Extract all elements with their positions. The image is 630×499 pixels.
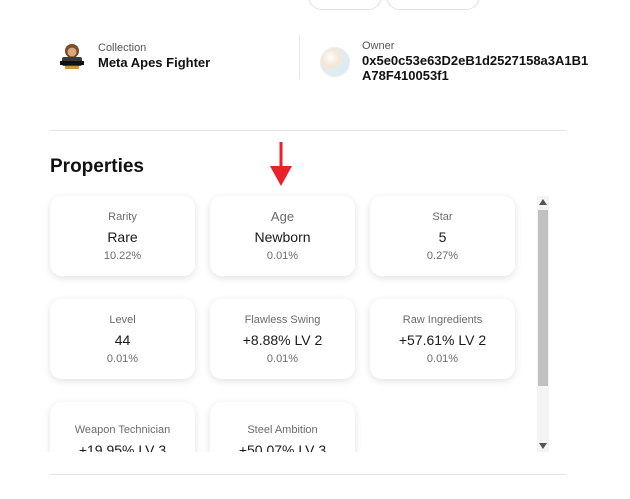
property-value: 44 [114, 331, 131, 348]
property-card-rarity[interactable]: Rarity Rare 10.22% [50, 196, 195, 276]
properties-title: Properties [50, 156, 144, 177]
property-card-flawless-swing[interactable]: Flawless Swing +8.88% LV 2 0.01% [210, 299, 355, 379]
collection-name[interactable]: Meta Apes Fighter [98, 55, 210, 70]
property-card-star[interactable]: Star 5 0.27% [370, 196, 515, 276]
scroll-down-arrow-icon[interactable] [537, 440, 549, 452]
section-divider-bottom [50, 474, 566, 475]
property-card-weapon-technician[interactable]: Weapon Technician +19.95% LV 3 [50, 402, 195, 452]
property-value: Newborn [254, 228, 311, 245]
property-rarity: 0.01% [266, 249, 299, 262]
top-action-button-2[interactable] [386, 0, 480, 10]
section-divider-top [50, 130, 566, 131]
collection-logo [56, 40, 88, 72]
property-card-level[interactable]: Level 44 0.01% [50, 299, 195, 379]
property-value: 5 [438, 228, 447, 245]
owner-avatar [320, 46, 350, 77]
owner-label: Owner [362, 40, 395, 52]
property-type: Level [109, 313, 136, 326]
property-card-age[interactable]: Age Newborn 0.01% [210, 196, 355, 276]
red-arrow-down-icon [270, 142, 292, 186]
property-rarity: 10.22% [103, 249, 142, 262]
property-value: +50.07% LV 3 [238, 441, 327, 453]
info-divider [299, 35, 300, 79]
collection-label: Collection [98, 42, 147, 54]
owner-address[interactable]: 0x5e0c53e63D2eB1d2527158a3A1B1A78F410053… [362, 53, 594, 83]
top-action-button[interactable] [308, 0, 382, 10]
property-type: Raw Ingredients [402, 313, 483, 326]
owner-info[interactable]: Owner 0x5e0c53e63D2eB1d2527158a3A1B1A78F… [320, 40, 594, 83]
property-rarity: 0.01% [106, 352, 139, 365]
scrollbar-thumb[interactable] [538, 210, 548, 386]
property-value: Rare [107, 228, 138, 245]
property-value: +57.61% LV 2 [398, 331, 487, 348]
property-type: Age [270, 208, 295, 224]
property-type: Rarity [108, 210, 137, 223]
scroll-up-arrow-icon[interactable] [537, 196, 549, 208]
property-type: Steel Ambition [247, 423, 318, 436]
property-card-steel-ambition[interactable]: Steel Ambition +50.07% LV 3 [210, 402, 355, 452]
properties-scrollbar[interactable] [537, 196, 549, 452]
property-value: +8.88% LV 2 [242, 331, 323, 348]
property-value: +19.95% LV 3 [78, 441, 167, 453]
property-rarity: 0.01% [426, 352, 459, 365]
property-card-raw-ingredients[interactable]: Raw Ingredients +57.61% LV 2 0.01% [370, 299, 515, 379]
property-rarity: 0.27% [426, 249, 459, 262]
collection-info[interactable]: Collection Meta Apes Fighter [56, 40, 210, 72]
property-type: Star [432, 210, 453, 223]
properties-grid: Rarity Rare 10.22% Age Newborn 0.01% Sta… [40, 186, 536, 452]
property-type: Flawless Swing [244, 313, 321, 326]
property-type: Weapon Technician [74, 423, 171, 436]
property-rarity: 0.01% [266, 352, 299, 365]
